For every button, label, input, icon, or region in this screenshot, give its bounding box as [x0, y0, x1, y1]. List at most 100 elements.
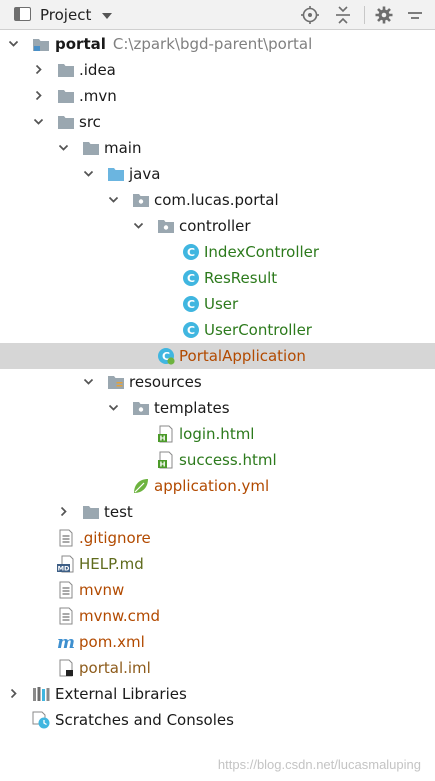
folder-icon — [82, 139, 100, 157]
tree-row-file[interactable]: H login.html — [0, 421, 435, 447]
tree-row-java[interactable]: java — [0, 161, 435, 187]
scratches-icon — [32, 711, 50, 729]
expanded-arrow-icon[interactable] — [84, 377, 93, 386]
settings-icon[interactable] — [374, 5, 394, 25]
tree-row-resources[interactable]: resources — [0, 369, 435, 395]
module-path: C:\zpark\bgd-parent\portal — [112, 35, 313, 53]
folder-label: .mvn — [79, 87, 117, 105]
locate-icon[interactable] — [300, 5, 320, 25]
class-label: IndexController — [204, 243, 320, 261]
tree-row-scratches[interactable]: Scratches and Consoles — [0, 707, 435, 733]
expanded-arrow-icon[interactable] — [59, 143, 68, 152]
tree-row-class[interactable]: C ResResult — [0, 265, 435, 291]
tree-row-test[interactable]: test — [0, 499, 435, 525]
tree-row-file[interactable]: mvnw — [0, 577, 435, 603]
tree-row-main[interactable]: main — [0, 135, 435, 161]
tree-row-mvn[interactable]: .mvn — [0, 83, 435, 109]
external-libraries-label: External Libraries — [55, 685, 187, 703]
expanded-arrow-icon[interactable] — [34, 117, 43, 126]
package-icon — [132, 399, 150, 417]
java-class-icon: C — [182, 269, 200, 287]
expanded-arrow-icon[interactable] — [109, 195, 118, 204]
tree-row-idea[interactable]: .idea — [0, 57, 435, 83]
package-label: com.lucas.portal — [154, 191, 279, 209]
collapsed-arrow-icon[interactable] — [34, 91, 43, 100]
folder-label: java — [129, 165, 161, 183]
text-file-icon — [57, 529, 75, 547]
svg-text:C: C — [187, 246, 195, 259]
tree-row-src[interactable]: src — [0, 109, 435, 135]
folder-label: resources — [129, 373, 202, 391]
file-label: pom.xml — [79, 633, 145, 651]
expanded-arrow-icon[interactable] — [134, 221, 143, 230]
tree-row-file[interactable]: application.yml — [0, 473, 435, 499]
collapsed-arrow-icon[interactable] — [59, 507, 68, 516]
tree-row-file[interactable]: H success.html — [0, 447, 435, 473]
watermark: https://blog.csdn.net/lucasmaluping — [217, 757, 421, 772]
tree-row-controller[interactable]: controller — [0, 213, 435, 239]
folder-icon — [57, 87, 75, 105]
java-class-icon: C — [182, 295, 200, 313]
tree-row-file[interactable]: .gitignore — [0, 525, 435, 551]
tree-row-file[interactable]: MD HELP.md — [0, 551, 435, 577]
markdown-file-icon: MD — [57, 555, 75, 573]
file-label: portal.iml — [79, 659, 151, 677]
folder-label: src — [79, 113, 101, 131]
expanded-arrow-icon[interactable] — [84, 169, 93, 178]
tree-row-app-class[interactable]: C PortalApplication — [0, 343, 435, 369]
html-file-icon: H — [157, 425, 175, 443]
tree-row-portal[interactable]: portal C:\zpark\bgd-parent\portal — [0, 31, 435, 57]
svg-text:H: H — [160, 461, 166, 469]
class-label: ResResult — [204, 269, 278, 287]
hide-icon[interactable] — [405, 5, 425, 25]
file-label: login.html — [179, 425, 255, 443]
class-label: PortalApplication — [179, 347, 306, 365]
file-label: success.html — [179, 451, 277, 469]
text-file-icon — [57, 607, 75, 625]
project-panel-icon — [14, 7, 31, 21]
tree-row-package[interactable]: com.lucas.portal — [0, 187, 435, 213]
package-icon — [157, 217, 175, 235]
tree-row-class[interactable]: C User — [0, 291, 435, 317]
folder-label: main — [104, 139, 142, 157]
tree-row-file[interactable]: mvnw.cmd — [0, 603, 435, 629]
folder-icon — [57, 61, 75, 79]
collapse-all-icon[interactable] — [333, 5, 353, 25]
view-selector-label[interactable]: Project — [40, 6, 91, 24]
svg-text:C: C — [187, 272, 195, 285]
project-root-label: portal C:\zpark\bgd-parent\portal — [55, 34, 312, 54]
svg-text:C: C — [187, 324, 195, 337]
tree-row-class[interactable]: C UserController — [0, 317, 435, 343]
file-label: application.yml — [154, 477, 270, 495]
folder-icon — [82, 503, 100, 521]
maven-file-icon: m — [57, 633, 75, 651]
folder-label: .idea — [79, 61, 116, 79]
tree-row-file[interactable]: m pom.xml — [0, 629, 435, 655]
expanded-arrow-icon[interactable] — [9, 39, 18, 48]
chevron-down-icon[interactable] — [102, 13, 112, 19]
tree-row-class[interactable]: C IndexController — [0, 239, 435, 265]
html-file-icon: H — [157, 451, 175, 469]
file-label: .gitignore — [79, 529, 151, 547]
tree-row-external-libraries[interactable]: External Libraries — [0, 681, 435, 707]
collapsed-arrow-icon[interactable] — [9, 689, 18, 698]
module-file-icon — [57, 659, 75, 677]
package-icon — [132, 191, 150, 209]
svg-text:H: H — [160, 435, 166, 443]
file-label: HELP.md — [79, 555, 144, 573]
class-label: User — [204, 295, 239, 313]
tree-row-file[interactable]: portal.iml — [0, 655, 435, 681]
source-folder-icon — [107, 165, 125, 183]
tree-row-templates[interactable]: templates — [0, 395, 435, 421]
expanded-arrow-icon[interactable] — [109, 403, 118, 412]
java-class-icon: C — [182, 243, 200, 261]
svg-text:MD: MD — [58, 565, 70, 573]
folder-label: templates — [154, 399, 230, 417]
text-file-icon — [57, 581, 75, 599]
scratches-label: Scratches and Consoles — [55, 711, 234, 729]
module-name: portal — [55, 35, 106, 53]
collapsed-arrow-icon[interactable] — [34, 65, 43, 74]
module-folder-icon — [32, 35, 50, 53]
java-class-icon: C — [182, 321, 200, 339]
resources-folder-icon — [107, 373, 125, 391]
